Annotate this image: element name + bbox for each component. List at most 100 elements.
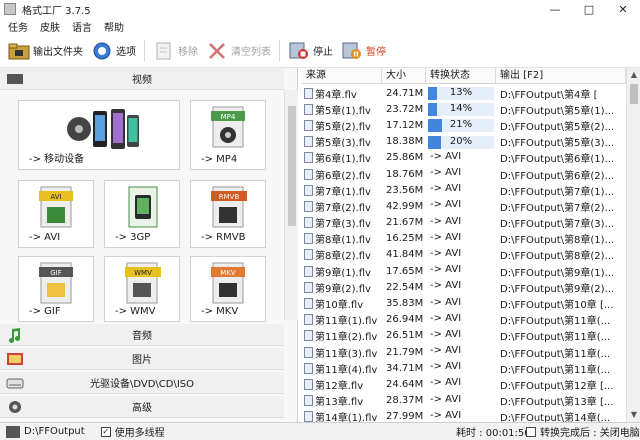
header-status[interactable]: 转换状态	[426, 68, 496, 84]
table-row[interactable]: 第7章(3).flv 21.67M -> AVI D:\FFOutput\第7章(3)…	[302, 215, 640, 231]
table-scrollbar-thumb[interactable]	[630, 84, 638, 104]
video-file-icon	[304, 168, 313, 180]
table-row[interactable]: 第5章(2).flv 17.12M 21% D:\FFOutput\第5章(2)...	[302, 117, 640, 133]
output-path[interactable]: D:\FFOutput	[24, 426, 85, 437]
table-row[interactable]: 第7章(1).flv 23.56M -> AVI D:\FFOutput\第7章(1)…	[302, 182, 640, 198]
clear-list-button[interactable]: 清空列表	[206, 38, 271, 64]
table-row[interactable]: 第8章(1).flv 16.25M -> AVI D:\FFOutput\第8章(1)…	[302, 231, 640, 247]
cell-source: 第6章(1).flv	[302, 150, 382, 165]
tile-label: -> WMV	[115, 306, 156, 317]
table-row[interactable]: 第12章.flv 24.64M -> AVI D:\FFOutput\第12章 [..…	[302, 376, 640, 392]
menu-language[interactable]: 语言	[72, 19, 92, 34]
category-image[interactable]: 图片	[0, 348, 284, 370]
scroll-down-arrow[interactable]: ▼	[627, 408, 640, 422]
cell-size: 17.12M	[386, 119, 424, 131]
table-row[interactable]: 第11章(1).flv 26.94M -> AVI D:\FFOutput\第11章(…	[302, 312, 640, 328]
remove-label: 移除	[178, 47, 198, 58]
menu-help[interactable]: 帮助	[104, 19, 124, 34]
multithread-toggle[interactable]: ✓ 使用多线程	[100, 424, 165, 439]
output-folder-button[interactable]: 输出文件夹	[8, 38, 83, 64]
gif-file-icon: GIF	[39, 262, 73, 304]
table-row[interactable]: 第4章.flv 24.71M 13% D:\FFOutput\第4章 [	[302, 85, 640, 101]
cell-status: -> AVI	[426, 410, 496, 422]
category-audio[interactable]: 音频	[0, 324, 284, 346]
table-row[interactable]: 第11章(3).flv 21.79M -> AVI D:\FFOutput\第11章(…	[302, 344, 640, 360]
multithread-checkbox[interactable]: ✓	[100, 426, 111, 437]
table-row[interactable]: 第11章(2).flv 26.51M -> AVI D:\FFOutput\第11章(…	[302, 328, 640, 344]
cell-source: 第4章.flv	[302, 86, 382, 101]
tile-wmv[interactable]: WMV -> WMV	[104, 256, 180, 322]
remove-button[interactable]: 移除	[153, 38, 198, 64]
tile-mp4[interactable]: MP4 -> MP4	[190, 100, 266, 170]
header-size[interactable]: 大小	[382, 68, 426, 84]
left-scrollbar[interactable]	[284, 90, 298, 320]
table-row[interactable]: 第14章(1).flv 27.99M -> AVI D:\FFOutput\第14章(…	[302, 409, 640, 422]
table-row[interactable]: 第11章(4).flv 34.71M -> AVI D:\FFOutput\第11章(…	[302, 360, 640, 376]
scroll-up-arrow[interactable]: ▲	[627, 68, 640, 82]
category-video[interactable]: 视频	[0, 68, 284, 90]
stop-button[interactable]: 停止	[288, 38, 333, 64]
close-button[interactable]: ✕	[606, 0, 640, 18]
video-file-icon	[304, 136, 313, 148]
table-row[interactable]: 第6章(2).flv 18.76M -> AVI D:\FFOutput\第6章(2)…	[302, 166, 640, 182]
video-file-icon	[304, 314, 313, 326]
cell-source: 第12章.flv	[302, 377, 382, 392]
tile-3gp[interactable]: -> 3GP	[104, 180, 180, 248]
category-panel: 视频 -> 移动设备 MP4 -> MP4 AVI -> AVI -> 3GP …	[0, 68, 298, 422]
tile-label: -> MP4	[201, 154, 238, 165]
category-optical[interactable]: 光驱设备\DVD\CD\ISO	[0, 372, 284, 394]
cell-status: -> AVI	[426, 345, 496, 359]
video-file-icon	[304, 395, 313, 407]
shutdown-toggle[interactable]: 转换完成后 : 关闭电脑	[526, 424, 640, 439]
tile-mkv[interactable]: MKV -> MKV	[190, 256, 266, 322]
pause-button[interactable]: 暂停	[341, 38, 386, 64]
target-format: -> AVI	[430, 393, 462, 405]
table-scrollbar[interactable]: ▲ ▼	[626, 68, 640, 422]
table-row[interactable]: 第7章(2).flv 42.99M -> AVI D:\FFOutput\第7章(2)…	[302, 198, 640, 214]
maximize-button[interactable]: □	[572, 0, 606, 18]
menu-skin[interactable]: 皮肤	[40, 19, 60, 34]
target-format: -> AVI	[430, 247, 462, 259]
clear-list-label: 清空列表	[231, 47, 271, 58]
header-source[interactable]: 来源	[302, 68, 382, 84]
target-format: -> AVI	[430, 231, 462, 243]
table-row[interactable]: 第5章(3).flv 18.38M 20% D:\FFOutput\第5章(3)...	[302, 134, 640, 150]
tile-rmvb[interactable]: RMVB -> RMVB	[190, 180, 266, 248]
cell-output: D:\FFOutput\第11章(...	[500, 364, 611, 376]
table-row[interactable]: 第10章.flv 35.83M -> AVI D:\FFOutput\第10章 [..…	[302, 295, 640, 311]
options-button[interactable]: 选项	[91, 38, 136, 64]
cell-status: -> AVI	[426, 313, 496, 327]
source-filename: 第6章(2).flv	[315, 170, 371, 182]
cell-status: -> AVI	[426, 248, 496, 262]
cell-source: 第5章(1).flv	[302, 102, 382, 117]
cell-status: -> AVI	[426, 264, 496, 278]
source-filename: 第7章(1).flv	[315, 186, 371, 198]
cell-source: 第5章(2).flv	[302, 118, 382, 133]
tile-mobile-device[interactable]: -> 移动设备	[18, 100, 180, 170]
menu-task[interactable]: 任务	[8, 19, 28, 34]
source-filename: 第5章(3).flv	[315, 138, 371, 150]
left-scrollbar-thumb[interactable]	[288, 106, 296, 226]
table-row[interactable]: 第9章(1).flv 17.65M -> AVI D:\FFOutput\第9章(1)…	[302, 263, 640, 279]
source-filename: 第7章(2).flv	[315, 202, 371, 214]
cell-output: D:\FFOutput\第9章(2)...	[500, 283, 615, 295]
cell-output: D:\FFOutput\第11章(...	[500, 332, 611, 344]
app-icon	[4, 3, 16, 15]
table-row[interactable]: 第8章(2).flv 41.84M -> AVI D:\FFOutput\第8章(2)…	[302, 247, 640, 263]
toolbar-separator	[279, 39, 280, 62]
cell-status: -> AVI	[426, 183, 496, 197]
shutdown-checkbox[interactable]	[526, 426, 536, 437]
video-file-icon	[304, 298, 313, 310]
category-advanced[interactable]: 高级	[0, 396, 284, 418]
cell-source: 第7章(2).flv	[302, 199, 382, 214]
table-row[interactable]: 第6章(1).flv 25.86M -> AVI D:\FFOutput\第6章(1)…	[302, 150, 640, 166]
minimize-button[interactable]: —	[538, 0, 572, 18]
table-row[interactable]: 第9章(2).flv 22.54M -> AVI D:\FFOutput\第9章(2)…	[302, 279, 640, 295]
cell-size: 23.56M	[386, 184, 424, 196]
tile-avi[interactable]: AVI -> AVI	[18, 180, 94, 248]
header-output[interactable]: 输出 [F2]	[496, 68, 626, 84]
shutdown-label: 转换完成后 : 关闭电脑	[540, 428, 640, 439]
table-row[interactable]: 第5章(1).flv 23.72M 14% D:\FFOutput\第5章(1)...	[302, 101, 640, 117]
table-row[interactable]: 第13章.flv 28.37M -> AVI D:\FFOutput\第13章 [..…	[302, 393, 640, 409]
tile-gif[interactable]: GIF -> GIF	[18, 256, 94, 322]
